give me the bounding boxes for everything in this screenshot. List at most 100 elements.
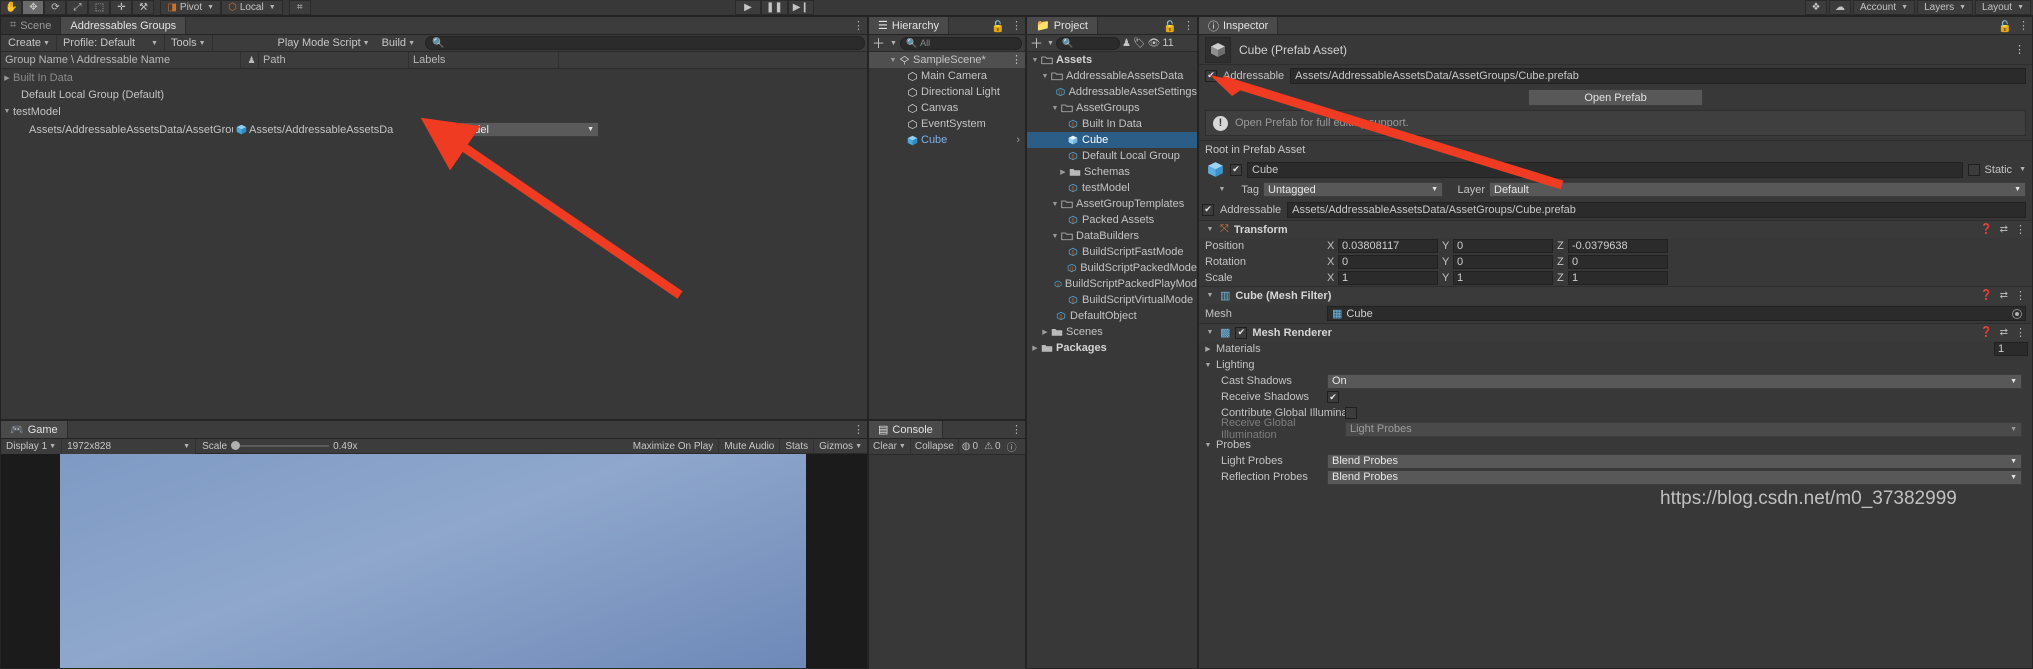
addressables-row-testmodel[interactable]: ▼ testModel bbox=[1, 103, 867, 120]
project-item-addressableassetsdata[interactable]: ▼ AddressableAssetsData bbox=[1027, 68, 1197, 84]
transform-component-header[interactable]: ▼ ⤧ Transform ❓ ⇄ ⋮ bbox=[1199, 220, 2032, 238]
chevron-down-icon[interactable]: ▼ bbox=[1203, 442, 1213, 449]
project-item-assetgrouptemplates[interactable]: ▼ AssetGroupTemplates bbox=[1027, 196, 1197, 212]
chevron-right-icon[interactable]: ▶ bbox=[1, 74, 13, 82]
rotate-tool-button[interactable]: ⟳ bbox=[44, 0, 67, 15]
chevron-right-icon[interactable]: ▶ bbox=[1057, 168, 1069, 176]
grid-snap-button[interactable]: ⌗ bbox=[288, 0, 311, 15]
game-viewport[interactable] bbox=[1, 454, 867, 668]
column-path[interactable]: Path bbox=[259, 51, 409, 69]
addressables-entry-row[interactable]: Assets/AddressableAssetsData/AssetGroups… bbox=[1, 120, 867, 139]
project-item-assetgroups[interactable]: ▼ AssetGroups bbox=[1027, 100, 1197, 116]
tab-addressables-groups[interactable]: Addressables Groups bbox=[61, 17, 187, 34]
custom-tool-button[interactable]: ⚒ bbox=[132, 0, 155, 15]
kebab-menu-icon[interactable]: ⋮ bbox=[1011, 425, 1022, 436]
layer-dropdown[interactable]: Default ▼ bbox=[1489, 182, 2026, 197]
scale-z-field[interactable]: 1 bbox=[1568, 271, 1668, 285]
kebab-menu-icon[interactable]: ⋮ bbox=[2014, 44, 2025, 55]
project-item-addressableassetsettings[interactable]: {} AddressableAssetSettings bbox=[1027, 84, 1197, 100]
chevron-right-icon[interactable]: ▶ bbox=[1039, 328, 1051, 336]
preset-icon[interactable]: ⇄ bbox=[2000, 327, 2008, 338]
chevron-down-icon[interactable]: ▼ bbox=[1049, 233, 1061, 240]
rotation-z-field[interactable]: 0 bbox=[1568, 255, 1668, 269]
tools-menu-button[interactable]: Tools ▼ bbox=[165, 35, 213, 51]
transform-tool-button[interactable]: ✛ bbox=[110, 0, 133, 15]
column-group-name[interactable]: Group Name \ Addressable Name bbox=[1, 51, 241, 69]
cloud-button[interactable]: ☁ bbox=[1829, 0, 1851, 15]
resolution-dropdown[interactable]: 1972x828 ▼ bbox=[62, 438, 197, 454]
kebab-menu-icon[interactable]: ⋮ bbox=[2018, 21, 2029, 32]
hand-tool-button[interactable]: ✋ bbox=[0, 0, 23, 15]
tab-inspector[interactable]: ⓘ Inspector bbox=[1199, 17, 1279, 34]
chevron-down-icon[interactable]: ▼ bbox=[890, 40, 897, 47]
addressables-row-built-in-data[interactable]: ▶ Built In Data bbox=[1, 69, 867, 86]
preset-icon[interactable]: ⇄ bbox=[2000, 290, 2008, 301]
light-probes-dropdown[interactable]: Blend Probes ▼ bbox=[1327, 453, 2022, 469]
preset-icon[interactable]: ⇄ bbox=[2000, 224, 2008, 235]
tab-console[interactable]: ▤ Console bbox=[869, 421, 943, 438]
project-item-built-in-data[interactable]: {} Built In Data bbox=[1027, 116, 1197, 132]
tag-dropdown[interactable]: Untagged ▼ bbox=[1263, 182, 1443, 197]
materials-foldout-row[interactable]: ▶ Materials 1 bbox=[1199, 341, 2032, 357]
collapse-toggle[interactable]: Collapse bbox=[911, 438, 959, 455]
scale-tool-button[interactable]: ⤢ bbox=[66, 0, 89, 15]
reflection-probes-dropdown[interactable]: Blend Probes ▼ bbox=[1327, 469, 2022, 485]
handle-rotation-button[interactable]: ⬡ Local ▼ bbox=[221, 0, 283, 15]
mesh-renderer-component-header[interactable]: ▼ ▩ ✔ Mesh Renderer ❓ ⇄ ⋮ bbox=[1199, 323, 2032, 341]
help-icon[interactable]: ❓ bbox=[1980, 290, 1992, 301]
project-item-defaultobject[interactable]: {} DefaultObject bbox=[1027, 308, 1197, 324]
pivot-mode-button[interactable]: ◨ Pivot ▼ bbox=[160, 0, 222, 15]
addressable-checkbox[interactable]: ✔ bbox=[1205, 69, 1217, 82]
chevron-down-icon[interactable]: ▼ bbox=[1047, 40, 1054, 47]
clear-console-button[interactable]: Clear ▼ bbox=[869, 438, 911, 455]
chevron-down-icon[interactable]: ▼ bbox=[1, 108, 13, 115]
entry-label-dropdown[interactable]: Model ▼ bbox=[454, 122, 599, 137]
kebab-menu-icon[interactable]: ⋮ bbox=[853, 425, 864, 436]
hierarchy-search-input[interactable]: 🔍 All bbox=[899, 36, 1022, 50]
contribute-gi-checkbox[interactable] bbox=[1345, 407, 1357, 419]
scale-slider-track[interactable] bbox=[231, 441, 330, 450]
profile-menu-button[interactable]: Profile: Default ▼ bbox=[57, 35, 165, 51]
maximize-on-play-toggle[interactable]: Maximize On Play bbox=[628, 438, 720, 454]
tab-scene[interactable]: ⌗ Scene bbox=[1, 17, 62, 34]
hierarchy-item-samplescene[interactable]: ▼ SampleScene* ⋮ bbox=[869, 52, 1025, 68]
pause-button[interactable]: ❚❚ bbox=[761, 0, 788, 15]
addressables-search-input[interactable]: 🔍 bbox=[425, 36, 865, 50]
layout-button[interactable]: Layout ▼ bbox=[1975, 0, 2031, 15]
cast-shadows-dropdown[interactable]: On ▼ bbox=[1327, 373, 2022, 389]
layers-button[interactable]: Layers ▼ bbox=[1917, 0, 1974, 15]
rotation-x-field[interactable]: 0 bbox=[1338, 255, 1438, 269]
step-button[interactable]: ▶❙ bbox=[787, 0, 814, 15]
receive-shadows-checkbox[interactable]: ✔ bbox=[1327, 391, 1339, 403]
kebab-menu-icon[interactable]: ⋮ bbox=[2015, 290, 2026, 301]
scale-y-field[interactable]: 1 bbox=[1453, 271, 1553, 285]
scale-slider-group[interactable]: Scale 0.49x bbox=[196, 441, 363, 452]
mute-audio-toggle[interactable]: Mute Audio bbox=[719, 438, 781, 454]
chevron-down-icon[interactable]: ▼ bbox=[2019, 166, 2026, 173]
kebab-menu-icon[interactable]: ⋮ bbox=[1011, 21, 1022, 32]
add-gameobject-button[interactable]: ＋ bbox=[872, 37, 885, 50]
project-item-assets[interactable]: ▼ Assets bbox=[1027, 52, 1197, 68]
info-count-badge[interactable]: ⓘ bbox=[1004, 439, 1022, 454]
project-item-buildscriptvirtualmode[interactable]: {} BuildScriptVirtualMode bbox=[1027, 292, 1197, 308]
gameobject-name-field[interactable]: Cube bbox=[1247, 161, 1963, 178]
mesh-renderer-enabled-checkbox[interactable]: ✔ bbox=[1235, 326, 1248, 339]
help-icon[interactable]: ❓ bbox=[1980, 224, 1992, 235]
tab-project[interactable]: 📁 Project bbox=[1027, 17, 1098, 34]
hierarchy-item-directional-light[interactable]: Directional Light bbox=[869, 84, 1025, 100]
addressable-checkbox-2[interactable]: ✔ bbox=[1202, 203, 1214, 216]
warning-count-badge[interactable]: ⚠ 0 bbox=[981, 441, 1004, 452]
scale-x-field[interactable]: 1 bbox=[1338, 271, 1438, 285]
chevron-right-icon[interactable]: › bbox=[1016, 134, 1020, 146]
chevron-down-icon[interactable]: ▼ bbox=[1049, 201, 1061, 208]
hierarchy-item-eventsystem[interactable]: EventSystem bbox=[869, 116, 1025, 132]
tab-hierarchy[interactable]: ☰ Hierarchy bbox=[869, 17, 949, 34]
chevron-down-icon[interactable]: ▼ bbox=[1029, 57, 1041, 64]
chevron-down-icon[interactable]: ▼ bbox=[1049, 105, 1061, 112]
gizmos-dropdown[interactable]: Gizmos ▼ bbox=[814, 439, 867, 454]
stats-toggle[interactable]: Stats bbox=[780, 438, 815, 454]
addressable-path-field-2[interactable]: Assets/AddressableAssetsData/AssetGroups… bbox=[1287, 201, 2026, 218]
chevron-down-icon[interactable]: ▼ bbox=[1205, 329, 1215, 336]
project-item-default-local-group[interactable]: {} Default Local Group bbox=[1027, 148, 1197, 164]
hierarchy-item-canvas[interactable]: Canvas bbox=[869, 100, 1025, 116]
